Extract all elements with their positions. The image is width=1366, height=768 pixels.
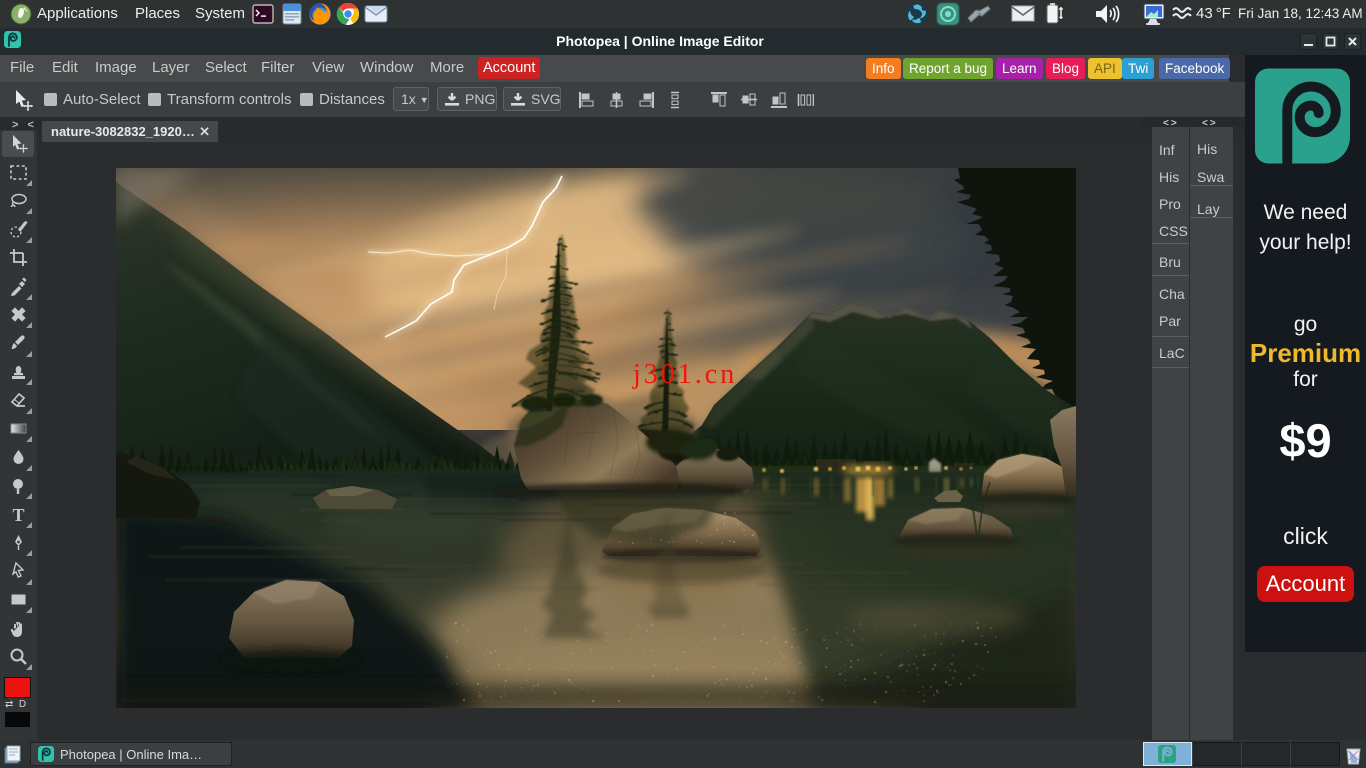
svg-text:j301.cn: j301.cn <box>632 359 737 390</box>
svg-text:T: T <box>12 505 24 525</box>
